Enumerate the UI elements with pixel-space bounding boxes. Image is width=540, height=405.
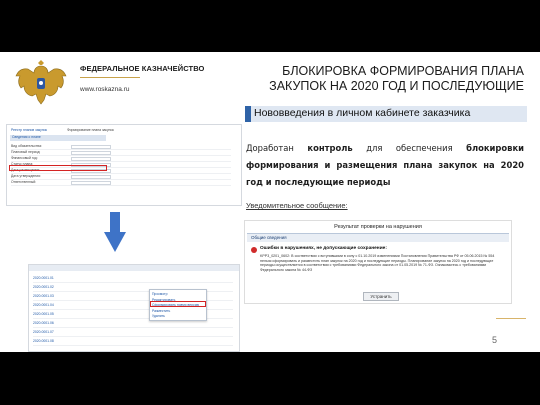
- body-word-2: контроль: [307, 143, 353, 153]
- row-plan-number[interactable]: 2020.0001.04: [33, 303, 54, 307]
- description-paragraph: Доработан контроль для обеспечения блоки…: [246, 140, 524, 191]
- table-row[interactable]: 2020.0001.01: [33, 274, 233, 283]
- dialog-title: Результат проверки на нарушения: [334, 224, 422, 230]
- form-row-field[interactable]: [71, 181, 111, 185]
- row-plan-number[interactable]: 2020.0001.06: [33, 321, 54, 325]
- org-name: ФЕДЕРАЛЬНОЕ КАЗНАЧЕЙСТВО: [80, 64, 205, 73]
- down-arrow-icon: [104, 212, 126, 252]
- row-plan-number[interactable]: 2020.0001.05: [33, 312, 54, 316]
- row-plan-number[interactable]: 2020.0001.07: [33, 330, 54, 334]
- title-line-1: БЛОКИРОВКА ФОРМИРОВАНИЯ ПЛАНА: [282, 64, 524, 78]
- form-row-label: Ответственный:: [11, 180, 37, 184]
- row-plan-number[interactable]: 2020.0001.02: [33, 285, 54, 289]
- form-row: Ответственный:: [11, 180, 231, 186]
- tab-accent: [245, 106, 251, 122]
- body-rest-1: для обеспечения: [366, 143, 453, 153]
- double-headed-eagle-emblem-icon: [15, 60, 67, 105]
- body-word-1: Доработан: [246, 143, 294, 153]
- dialog-section-bar: Общие сведения: [247, 233, 509, 242]
- plans-list-screenshot: 2020.0001.01 2020.0001.02 2020.0001.03 2020…: [28, 264, 240, 352]
- title-line-2: ЗАКУПОК НА 2020 ГОД И ПОСЛЕДУЮЩИЕ: [269, 79, 524, 93]
- error-heading: Ошибки в нарушениях, не допускающие сохр…: [260, 246, 387, 251]
- notice-label: Уведомительное сообщение:: [246, 201, 348, 210]
- form-row-field[interactable]: [71, 175, 111, 179]
- slide: ФЕДЕРАЛЬНОЕ КАЗНАЧЕЙСТВО www.roskazna.ru…: [0, 52, 540, 352]
- table-row[interactable]: 2020.0001.08: [33, 337, 233, 346]
- page-title: БЛОКИРОВКА ФОРМИРОВАНИЯ ПЛАНА ЗАКУПОК НА…: [224, 64, 524, 94]
- row-plan-number[interactable]: 2020.0001.03: [33, 294, 54, 298]
- form-row-label: Финансовый год:: [11, 156, 38, 160]
- form-row-field[interactable]: [71, 157, 111, 161]
- error-text: KPP3_0201_0602: В соответствии с вступив…: [260, 254, 495, 272]
- error-icon: [251, 247, 257, 253]
- breadcrumb-item-2: Формирование плана закупок: [67, 128, 114, 132]
- footer-rule: [496, 318, 526, 319]
- highlight-box: [9, 165, 107, 171]
- form-row-label: Дата утверждения:: [11, 174, 41, 178]
- breadcrumb[interactable]: Реестр планов закупок: [11, 128, 47, 132]
- result-dialog: Результат проверки на нарушения Общие св…: [244, 220, 512, 304]
- breadcrumb-item-1[interactable]: Реестр планов закупок: [11, 128, 47, 132]
- table-row[interactable]: 2020.0001.07: [33, 328, 233, 337]
- form-row-field[interactable]: [71, 151, 111, 155]
- section-header: Сведения о плане: [10, 135, 106, 141]
- plan-form-screenshot: Реестр планов закупок Формирование плана…: [6, 124, 242, 206]
- row-plan-number[interactable]: 2020.0001.08: [33, 339, 54, 343]
- row-plan-number[interactable]: 2020.0001.01: [33, 276, 54, 280]
- page-number: 5: [492, 335, 498, 345]
- fix-button[interactable]: Устранить: [363, 292, 399, 301]
- form-row-label: Вид обязательства:: [11, 144, 42, 148]
- form-row-field[interactable]: [71, 145, 111, 149]
- menu-item[interactable]: Удалить: [152, 314, 204, 320]
- site-url: www.roskazna.ru: [80, 86, 130, 93]
- list-header: [29, 265, 239, 271]
- section-tab-label: Нововведения в личном кабинете заказчика: [254, 107, 471, 119]
- menu-highlight: [150, 301, 206, 307]
- form-row-label: Плановый период:: [11, 150, 41, 154]
- gold-divider: [80, 77, 140, 78]
